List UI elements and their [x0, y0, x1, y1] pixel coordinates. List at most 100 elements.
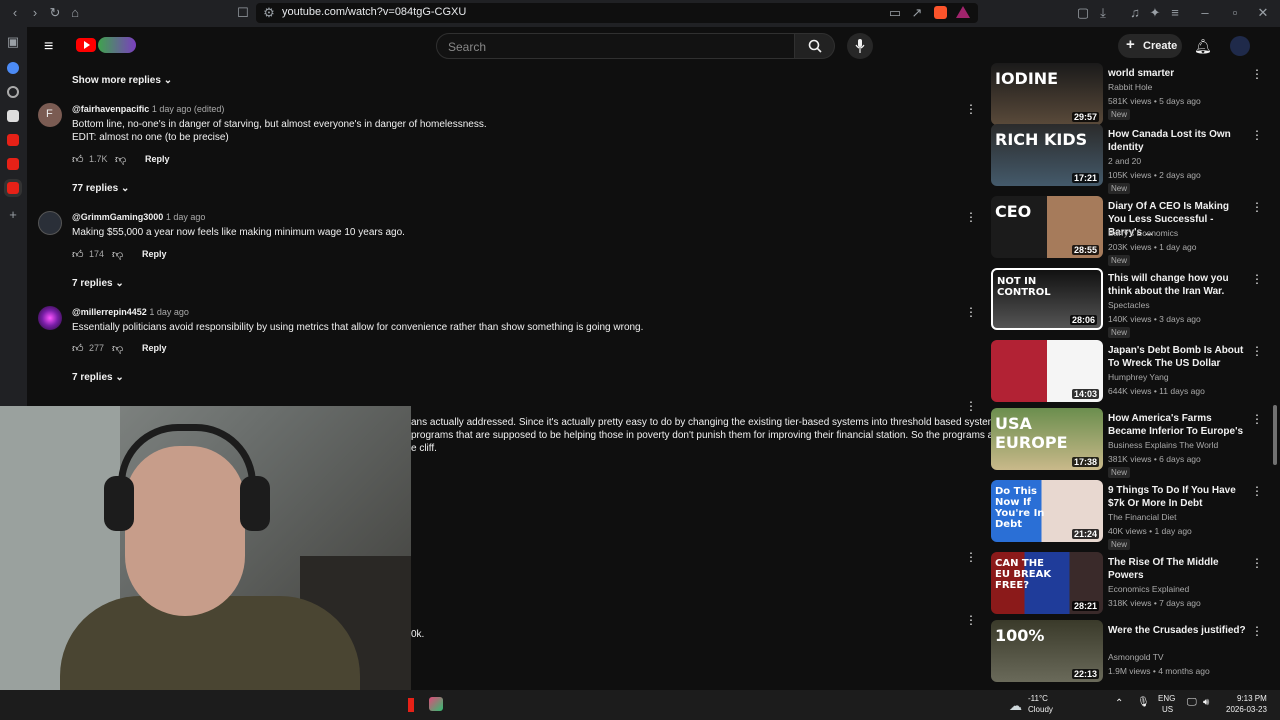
brave-shield-icon[interactable]: [934, 6, 947, 19]
dislike-icon[interactable]: 👎︎: [112, 248, 123, 261]
youtube-panel-3-icon[interactable]: [7, 182, 19, 194]
bookmark-icon[interactable]: ☐: [236, 6, 250, 20]
taskbar-app-icon[interactable]: [429, 697, 443, 711]
video-menu-icon[interactable]: ⋮: [1251, 201, 1263, 213]
extensions-icon[interactable]: ✦: [1148, 6, 1162, 20]
cast-icon[interactable]: ▭: [888, 6, 902, 20]
video-title[interactable]: 9 Things To Do If You Have $7k Or More I…: [1108, 484, 1248, 510]
hamburger-icon[interactable]: ≡: [44, 38, 53, 56]
close-icon[interactable]: ✕: [1256, 6, 1270, 20]
video-menu-icon[interactable]: ⋮: [1251, 129, 1263, 141]
more-actions-icon[interactable]: ⋮: [965, 551, 977, 563]
reply-button[interactable]: Reply: [145, 154, 170, 164]
video-thumbnail[interactable]: CAN THE EU BREAK FREE? 28:21: [991, 552, 1103, 614]
scrollbar[interactable]: [1270, 65, 1280, 690]
tray-chevron-up-icon[interactable]: ⌃: [1115, 698, 1123, 709]
video-menu-icon[interactable]: ⋮: [1251, 485, 1263, 497]
video-title[interactable]: This will change how you think about the…: [1108, 272, 1248, 298]
video-menu-icon[interactable]: ⋮: [1251, 625, 1263, 637]
home-icon[interactable]: ⌂: [68, 6, 82, 20]
video-thumbnail[interactable]: 14:03: [991, 340, 1103, 402]
youtube-panel-2-icon[interactable]: [7, 158, 19, 170]
comment-author[interactable]: @fairhavenpacific 1 day ago (edited): [72, 104, 224, 114]
avatar[interactable]: [38, 211, 62, 235]
search-input[interactable]: Search: [436, 33, 795, 59]
channel-name[interactable]: Spectacles: [1108, 300, 1150, 310]
tab-icon[interactable]: ▢: [1076, 6, 1090, 20]
more-actions-icon[interactable]: ⋮: [965, 306, 977, 318]
reply-button[interactable]: Reply: [142, 249, 167, 259]
history-icon[interactable]: [7, 86, 19, 98]
minimize-icon[interactable]: –: [1198, 6, 1212, 20]
download-icon[interactable]: ⤓: [1096, 6, 1110, 20]
forward-icon[interactable]: ›: [28, 6, 42, 20]
search-button[interactable]: [795, 33, 835, 59]
scrollbar-thumb[interactable]: [1273, 405, 1277, 465]
channel-name[interactable]: The Financial Diet: [1108, 512, 1177, 522]
share-icon[interactable]: ↗: [910, 6, 924, 20]
youtube-logo[interactable]: [76, 38, 96, 52]
add-panel-icon[interactable]: +: [6, 208, 20, 222]
video-thumbnail[interactable]: NOT IN CONTROL 28:06: [991, 268, 1103, 330]
video-title[interactable]: Were the Crusades justified?: [1108, 624, 1248, 637]
create-button[interactable]: + Create: [1118, 34, 1182, 58]
clock-time[interactable]: 9:13 PM: [1237, 694, 1267, 703]
ai-icon[interactable]: [7, 62, 19, 74]
dislike-icon[interactable]: 👎︎: [112, 342, 123, 355]
video-thumbnail[interactable]: IODINE 29:57: [991, 63, 1103, 125]
channel-name[interactable]: Asmongold TV: [1108, 652, 1164, 662]
video-title[interactable]: Japan's Debt Bomb Is About To Wreck The …: [1108, 344, 1248, 370]
channel-name[interactable]: Rabbit Hole: [1108, 82, 1152, 92]
show-more-replies-button[interactable]: Show more replies ⌄: [72, 75, 172, 86]
volume-icon[interactable]: 🔊︎: [1203, 697, 1209, 708]
channel-name[interactable]: Business Explains The World: [1108, 440, 1218, 450]
channel-name[interactable]: Economics Explained: [1108, 584, 1189, 594]
voice-search-button[interactable]: [847, 33, 873, 59]
back-icon[interactable]: ‹: [8, 6, 22, 20]
dislike-icon[interactable]: 👎︎: [115, 153, 126, 166]
maximize-icon[interactable]: ▫: [1228, 6, 1242, 20]
tray-mic-icon[interactable]: 🎙︎: [1137, 697, 1150, 708]
video-menu-icon[interactable]: ⋮: [1251, 557, 1263, 569]
video-menu-icon[interactable]: ⋮: [1251, 68, 1263, 80]
comment-author[interactable]: @GrimmGaming3000 1 day ago: [72, 212, 205, 222]
more-actions-icon[interactable]: ⋮: [965, 103, 977, 115]
video-title[interactable]: world smarter: [1108, 67, 1248, 80]
replies-toggle[interactable]: 7 replies ⌄: [72, 278, 124, 289]
video-thumbnail[interactable]: 100% 22:13: [991, 620, 1103, 682]
more-actions-icon[interactable]: ⋮: [965, 400, 977, 412]
channel-name[interactable]: Barry's Economics: [1108, 228, 1178, 238]
clock-date[interactable]: 2026-03-23: [1226, 705, 1267, 714]
video-menu-icon[interactable]: ⋮: [1251, 345, 1263, 357]
video-title[interactable]: How America's Farms Became Inferior To E…: [1108, 412, 1248, 438]
language-code[interactable]: ENG: [1158, 694, 1175, 703]
reload-icon[interactable]: ↻: [48, 6, 62, 20]
media-icon[interactable]: ♫: [1128, 6, 1142, 20]
more-actions-icon[interactable]: ⋮: [965, 211, 977, 223]
video-menu-icon[interactable]: ⋮: [1251, 413, 1263, 425]
more-actions-icon[interactable]: ⋮: [965, 614, 977, 626]
replies-toggle[interactable]: 7 replies ⌄: [72, 372, 124, 383]
video-title[interactable]: The Rise Of The Middle Powers: [1108, 556, 1248, 582]
notifications-bell-icon[interactable]: 🔔︎: [1194, 38, 1212, 55]
youtube-panel-icon[interactable]: [7, 134, 19, 146]
avatar[interactable]: F: [38, 103, 62, 127]
like-icon[interactable]: 👍︎: [72, 342, 84, 355]
comment-author[interactable]: @millerrepin4452 1 day ago: [72, 307, 189, 317]
account-avatar[interactable]: [1230, 36, 1250, 56]
taskbar-app-icon[interactable]: [408, 698, 414, 712]
site-info-icon[interactable]: ⚙: [262, 6, 276, 20]
language-region[interactable]: US: [1162, 705, 1173, 714]
channel-name[interactable]: 2 and 20: [1108, 156, 1141, 166]
reading-list-icon[interactable]: [7, 110, 19, 122]
video-thumbnail[interactable]: USA EUROPE 17:38: [991, 408, 1103, 470]
menu-icon[interactable]: ≡: [1168, 6, 1182, 20]
sidebar-toggle-icon[interactable]: ▣: [6, 35, 20, 49]
video-menu-icon[interactable]: ⋮: [1251, 273, 1263, 285]
reply-button[interactable]: Reply: [142, 343, 167, 353]
like-icon[interactable]: 👍︎: [72, 153, 84, 166]
replies-toggle[interactable]: 77 replies ⌄: [72, 183, 129, 194]
doodle-logo[interactable]: [98, 37, 136, 53]
network-icon[interactable]: 🖵︎: [1187, 697, 1197, 708]
video-thumbnail[interactable]: Do This Now If You're In Debt 21:24: [991, 480, 1103, 542]
